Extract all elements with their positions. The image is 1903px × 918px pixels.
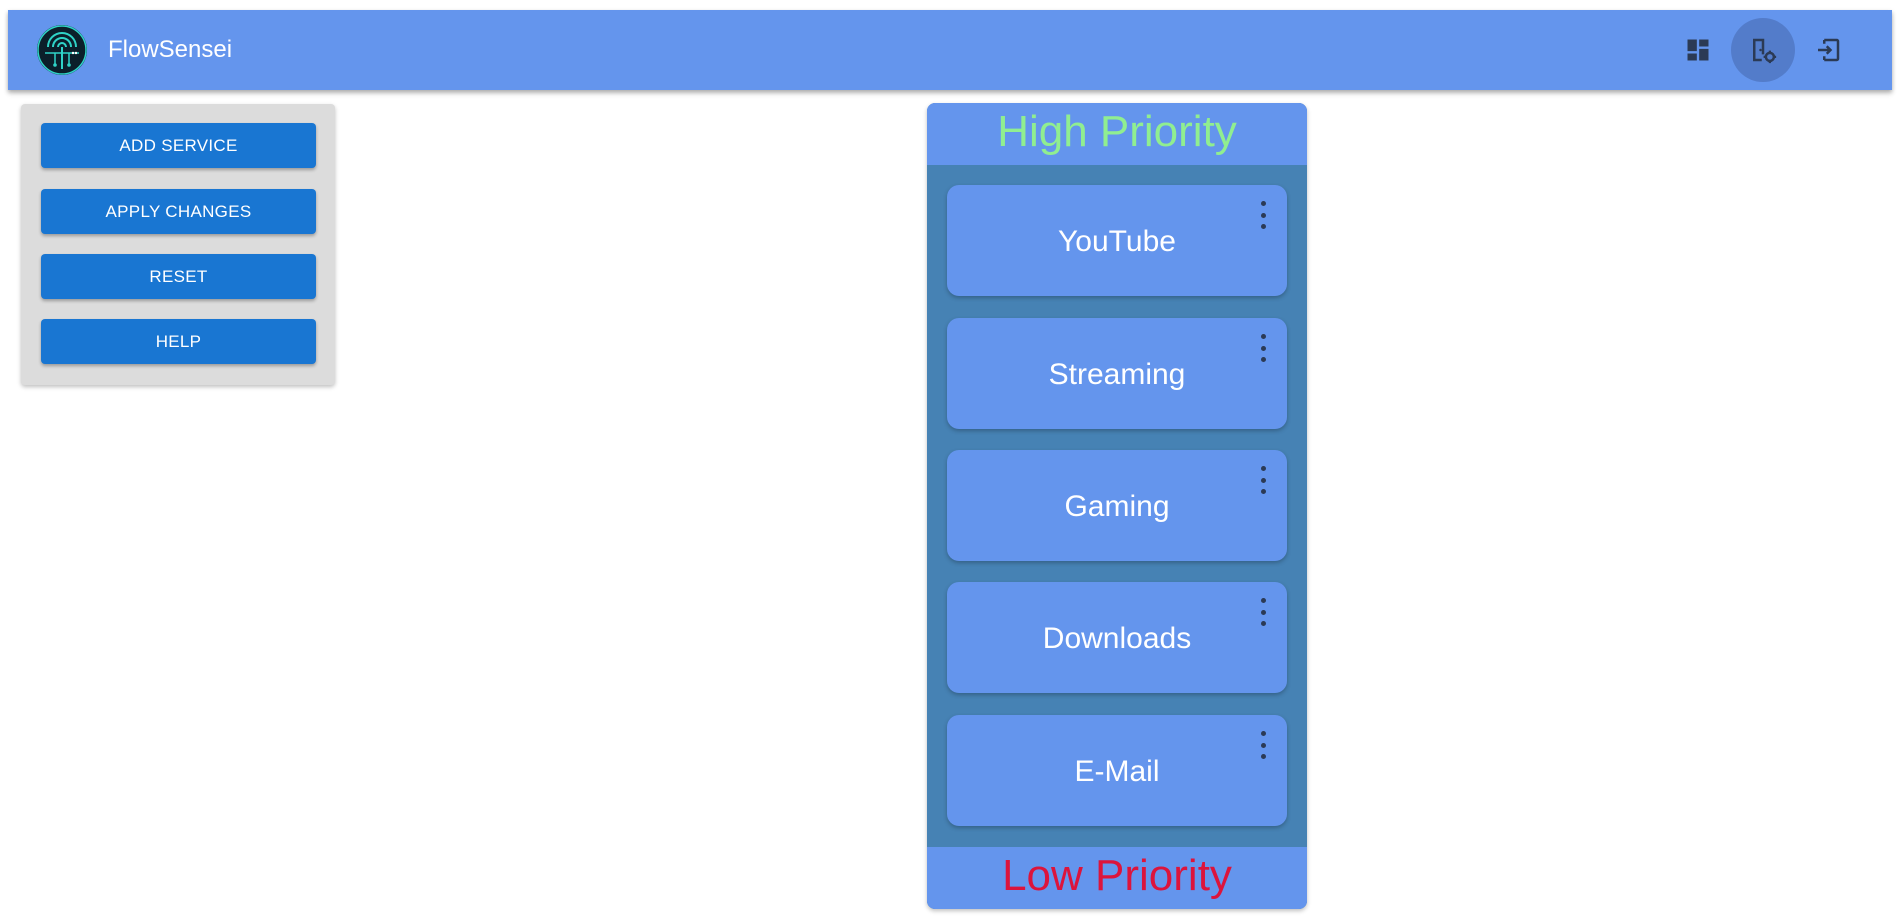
service-card-downloads[interactable]: Downloads [947, 582, 1287, 693]
service-card-email[interactable]: E-Mail [947, 715, 1287, 826]
apply-changes-button[interactable]: APPLY CHANGES [41, 189, 316, 234]
action-panel: ADD SERVICE APPLY CHANGES RESET HELP [21, 104, 335, 385]
network-settings-button[interactable] [1731, 18, 1795, 82]
service-name: Downloads [1042, 622, 1192, 655]
logout-icon [1818, 38, 1840, 62]
service-name: YouTube [1058, 225, 1176, 258]
more-options-icon[interactable] [1253, 598, 1273, 626]
high-priority-label: High Priority [927, 103, 1307, 165]
dashboard-icon [1687, 39, 1709, 61]
logout-button[interactable] [1796, 18, 1860, 82]
more-options-icon[interactable] [1253, 466, 1273, 494]
more-options-icon[interactable] [1253, 731, 1273, 759]
more-options-icon[interactable] [1253, 334, 1273, 362]
service-card-youtube[interactable]: YouTube [947, 185, 1287, 296]
service-name: E-Mail [1074, 755, 1160, 788]
service-name: Streaming [1048, 358, 1186, 391]
reset-button[interactable]: RESET [41, 254, 316, 299]
app-bar: FlowSensei [8, 10, 1892, 90]
dashboard-button[interactable] [1666, 18, 1730, 82]
help-button[interactable]: HELP [41, 319, 316, 364]
service-card-gaming[interactable]: Gaming [947, 450, 1287, 561]
low-priority-label: Low Priority [927, 847, 1307, 909]
service-name: Gaming [1064, 490, 1170, 523]
service-card-streaming[interactable]: Streaming [947, 318, 1287, 429]
app-logo [37, 25, 87, 75]
more-options-icon[interactable] [1253, 201, 1273, 229]
settings-icon [1753, 38, 1777, 64]
app-title: FlowSensei [108, 36, 233, 63]
add-service-button[interactable]: ADD SERVICE [41, 123, 316, 168]
priority-board: High Priority YouTube Streaming Gaming D… [927, 103, 1307, 909]
